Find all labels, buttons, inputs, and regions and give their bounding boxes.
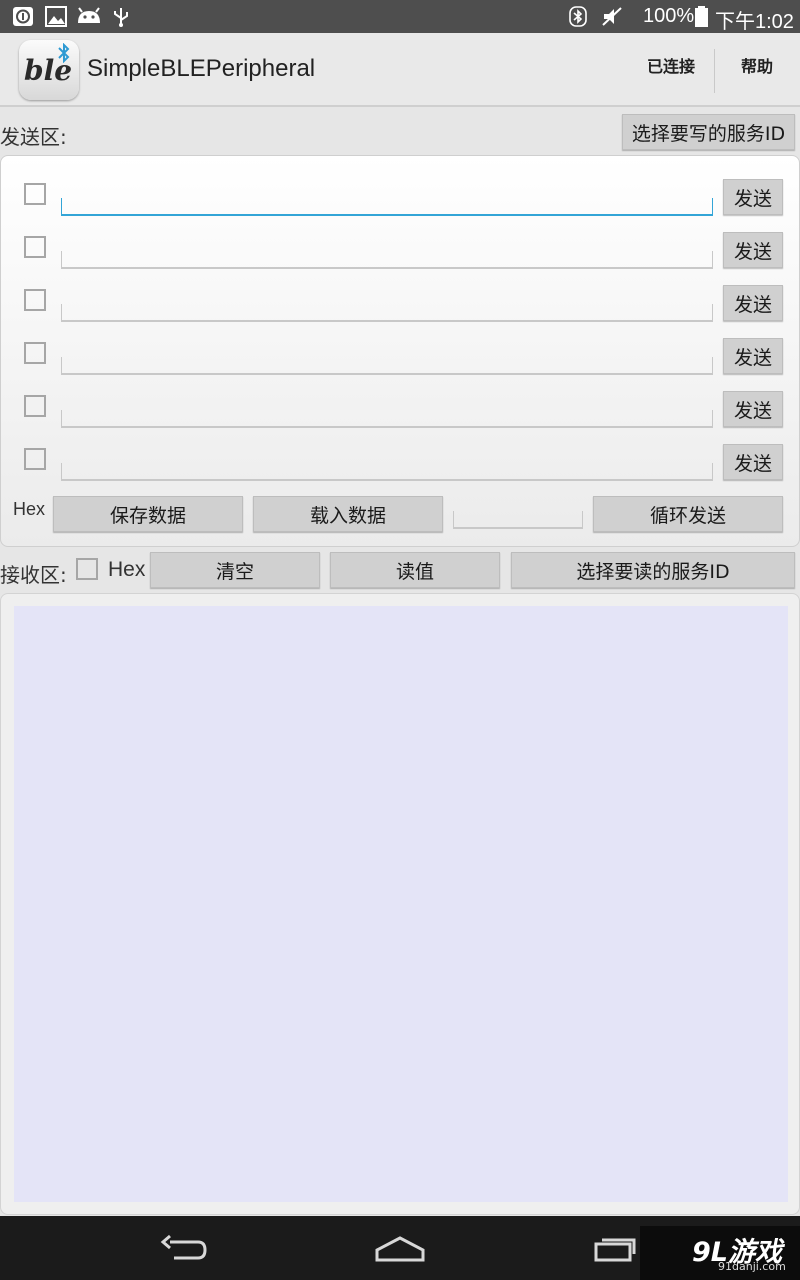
send-input[interactable] — [61, 251, 713, 269]
load-data-button[interactable]: 载入数据 — [253, 496, 443, 532]
divider — [714, 49, 715, 93]
app-title: SimpleBLEPeripheral — [87, 55, 316, 82]
receive-hex-label: Hex — [108, 558, 146, 581]
app-logo: ble — [19, 40, 79, 100]
status-bar: 100% 下午1:02 — [0, 0, 800, 33]
send-input[interactable] — [61, 410, 713, 428]
select-write-service-button[interactable]: 选择要写的服务ID — [622, 114, 795, 150]
info-icon — [13, 7, 33, 26]
send-row-checkbox[interactable] — [24, 289, 46, 311]
send-button[interactable]: 发送 — [723, 179, 783, 215]
watermark: 9L游戏 91danji.com — [640, 1226, 800, 1280]
send-button[interactable]: 发送 — [723, 444, 783, 480]
save-data-button[interactable]: 保存数据 — [53, 496, 243, 532]
recent-apps-icon[interactable] — [594, 1230, 638, 1264]
send-button[interactable]: 发送 — [723, 391, 783, 427]
usb-icon — [114, 8, 128, 27]
send-row-checkbox[interactable] — [24, 236, 46, 258]
send-row-checkbox[interactable] — [24, 342, 46, 364]
mute-icon — [602, 7, 622, 26]
battery-percent: 100% — [643, 5, 695, 27]
connected-button[interactable]: 已连接 — [647, 53, 695, 77]
send-button[interactable]: 发送 — [723, 232, 783, 268]
help-button[interactable]: 帮助 — [741, 53, 773, 77]
send-input[interactable] — [61, 357, 713, 375]
back-icon[interactable] — [160, 1234, 208, 1264]
send-input[interactable] — [61, 198, 713, 216]
action-bar: ble SimpleBLEPeripheral 已连接 帮助 — [0, 33, 800, 107]
loop-interval-input[interactable] — [453, 511, 583, 529]
receive-hex-checkbox[interactable] — [76, 558, 98, 580]
clear-button[interactable]: 清空 — [150, 552, 320, 588]
clock: 下午1:02 — [715, 11, 794, 33]
home-icon[interactable] — [374, 1234, 426, 1264]
battery-icon — [695, 6, 708, 27]
loop-send-button[interactable]: 循环发送 — [593, 496, 783, 532]
send-input[interactable] — [61, 304, 713, 322]
send-row-checkbox[interactable] — [24, 395, 46, 417]
watermark-url: 91danji.com — [718, 1260, 786, 1273]
send-input[interactable] — [61, 463, 713, 481]
send-row-checkbox[interactable] — [24, 448, 46, 470]
bluetooth-icon — [569, 6, 587, 27]
send-button[interactable]: 发送 — [723, 285, 783, 321]
receive-text-area[interactable] — [14, 606, 788, 1202]
bluetooth-icon — [58, 43, 70, 63]
select-read-service-button[interactable]: 选择要读的服务ID — [511, 552, 795, 588]
send-panel: 发送 发送 发送 发送 发送 发送 Hex 保存数据 载入数据 循环发送 — [0, 155, 800, 547]
send-button[interactable]: 发送 — [723, 338, 783, 374]
image-icon — [45, 6, 67, 27]
read-value-button[interactable]: 读值 — [330, 552, 500, 588]
receive-panel — [0, 593, 800, 1215]
send-row-checkbox[interactable] — [24, 183, 46, 205]
send-area-label: 发送区: — [0, 125, 67, 149]
send-hex-label: Hex — [13, 499, 46, 519]
android-icon — [78, 7, 100, 23]
receive-area-label: 接收区: — [0, 563, 67, 587]
